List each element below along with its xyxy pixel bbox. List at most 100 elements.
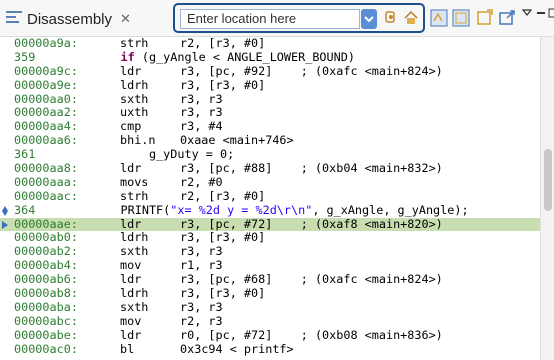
mnemonic: sxth — [120, 244, 149, 259]
source-text: 364 PRINTF("x= %2d y = %2d\r\n", g_xAngl… — [14, 202, 469, 218]
asm-line[interactable]: 00000ab6: ldr r3, [pc, #68] ; (0xafc <main… — [0, 272, 540, 287]
show-source-button[interactable] — [430, 9, 448, 27]
address: 00000aae: — [14, 216, 78, 231]
view-menu-button[interactable] — [521, 6, 533, 23]
operands: r2, [r3, #0] — [180, 37, 266, 50]
mnemonic: cmp — [120, 119, 142, 134]
asm-line[interactable]: 00000aa6: bhi.n 0xaae <main+746> — [0, 133, 540, 148]
operands: r3, [pc, #88] ; (0xb04 <main+832>) — [180, 161, 443, 176]
address: 00000aba: — [14, 299, 78, 314]
address: 00000aa4: — [14, 119, 78, 134]
new-view-button[interactable] — [477, 9, 493, 25]
asm-line[interactable]: 00000ab0: ldrh r3, [r3, #0] — [0, 231, 540, 245]
disassembly-icon — [6, 10, 22, 28]
mnemonic: ldrh — [120, 77, 149, 92]
tab-disassembly[interactable]: Disassembly ✕ — [0, 4, 139, 34]
source-icon — [430, 9, 448, 27]
address: 00000aa8: — [14, 161, 78, 176]
code-text: (g_yAngle < ANGLE_LOWER_BOUND) — [134, 49, 355, 64]
breakpoint-icon[interactable] — [0, 204, 10, 218]
asm-line[interactable]: 00000aac: strh r2, [r3, #0] — [0, 188, 540, 204]
asm-line[interactable]: 00000aa2: uxth r3, r3 — [0, 106, 540, 120]
disassembly-listing[interactable]: 00000a9a: strh r2, [r3, #0] 359 if (g_yAngl… — [0, 37, 540, 360]
asm-line[interactable]: 00000abe: ldr r0, [pc, #72] ; (0xb08 <main… — [0, 327, 540, 343]
asm-line[interactable]: 00000aa8: ldr r3, [pc, #88] ; (0xb04 <main… — [0, 161, 540, 176]
home-button[interactable] — [403, 10, 419, 26]
asm-line[interactable]: 00000aba: sxth r3, r3 — [0, 299, 540, 315]
asm-line[interactable]: 00000ab2: sxth r3, r3 — [0, 244, 540, 259]
code-text-tail: , g_xAngle, g_yAngle); — [312, 202, 469, 217]
operands: r3, [pc, #72] ; (0xaf8 <main+820>) — [180, 216, 443, 231]
source-line[interactable]: 361 g_yDuty = 0; — [0, 147, 540, 162]
line-number: 359 — [14, 49, 36, 64]
asm-line[interactable]: 00000aae: ldr r3, [pc, #72] ; (0xaf8 <main… — [0, 216, 540, 232]
mnemonic: mov — [120, 258, 142, 273]
mnemonic: uxth — [120, 105, 149, 120]
source-line[interactable]: 364 PRINTF("x= %2d y = %2d\r\n", g_xAngl… — [0, 202, 540, 218]
address: 00000abc: — [14, 313, 78, 328]
address: 00000ab4: — [14, 258, 78, 273]
address: 00000aa6: — [14, 133, 78, 148]
address: 00000ac0: — [14, 341, 78, 356]
scrollbar-thumb[interactable] — [544, 149, 552, 211]
string-literal: "x= %2d y = %2d\r\n" — [170, 202, 313, 217]
asm-line[interactable]: 00000aaa: movs r2, #0 — [0, 174, 540, 190]
asm-line[interactable]: 00000aa0: sxth r3, r3 — [0, 91, 540, 107]
triangle-down-icon — [521, 9, 533, 16]
operands: r2, #0 — [180, 174, 223, 189]
mnemonic: bhi.n — [120, 133, 156, 148]
asm-line[interactable]: 00000a9a: strh r2, [r3, #0] — [0, 37, 540, 51]
source-line[interactable]: 359 if (g_yAngle < ANGLE_LOWER_BOUND) — [0, 49, 540, 65]
asm-line[interactable]: 00000ab8: ldrh r3, [r3, #0] — [0, 286, 540, 301]
mnemonic: ldrh — [120, 230, 149, 245]
mnemonic: sxth — [120, 91, 149, 106]
link-icon — [385, 11, 395, 23]
operands: r3, [r3, #0] — [180, 286, 266, 301]
operands: r3, [r3, #0] — [180, 230, 266, 245]
home-icon — [404, 10, 418, 24]
location-dropdown-button[interactable] — [361, 9, 377, 29]
code-text: PRINTF( — [120, 202, 171, 217]
address: 00000a9c: — [14, 63, 78, 78]
maximize-icon — [548, 8, 554, 18]
location-input[interactable]: Enter location here — [180, 9, 360, 29]
instruction-pointer-icon[interactable] — [0, 218, 10, 232]
asm-line[interactable]: 00000ac0: bl 0x3c94 < printf> — [0, 341, 540, 357]
mnemonic: ldr — [120, 327, 142, 342]
source-text: 359 if (g_yAngle < ANGLE_LOWER_BOUND) — [14, 49, 355, 65]
maximize-button[interactable] — [548, 6, 554, 23]
address: 00000a9e: — [14, 77, 78, 92]
source-text: 361 g_yDuty = 0; — [14, 147, 235, 162]
view-toolbar: Disassembly ✕ Enter location here — [0, 0, 554, 37]
close-icon[interactable]: ✕ — [120, 11, 131, 27]
operands: r3, r3 — [180, 91, 223, 106]
asm-line[interactable]: 00000aa4: cmp r3, #4 — [0, 119, 540, 134]
address: 00000aaa: — [14, 174, 78, 189]
tab-title: Disassembly — [27, 10, 113, 28]
mnemonic: bl — [120, 341, 135, 356]
mnemonic: strh — [120, 37, 149, 50]
link-with-editor-button[interactable] — [383, 10, 399, 26]
operands: r0, [pc, #72] ; (0xb08 <main+836>) — [180, 327, 443, 342]
vertical-scrollbar[interactable] — [540, 37, 554, 360]
address: 00000ab8: — [14, 286, 78, 301]
minimize-icon — [537, 12, 545, 14]
operands: r3, [pc, #68] ; (0xafc <main+824>) — [180, 272, 443, 287]
location-toolbar: Enter location here — [173, 3, 425, 33]
minimize-button[interactable] — [536, 6, 546, 23]
code-text: g_yDuty = 0; — [148, 147, 235, 162]
keyword: if — [120, 49, 135, 64]
asm-line[interactable]: 00000a9e: ldrh r3, [r3, #0] — [0, 77, 540, 93]
asm-line[interactable]: 00000a9c: ldr r3, [pc, #92] ; (0xafc <main… — [0, 63, 540, 79]
show-symbols-button[interactable] — [452, 9, 470, 27]
address: 00000aa2: — [14, 105, 78, 120]
address: 00000aac: — [14, 188, 78, 203]
asm-line[interactable]: 00000abc: mov r2, r3 — [0, 313, 540, 329]
operands: r2, r3 — [180, 313, 223, 328]
address: 00000ab2: — [14, 244, 78, 259]
mnemonic: strh — [120, 188, 149, 203]
asm-line[interactable]: 00000ab4: mov r1, r3 — [0, 258, 540, 273]
export-button[interactable] — [499, 9, 515, 25]
